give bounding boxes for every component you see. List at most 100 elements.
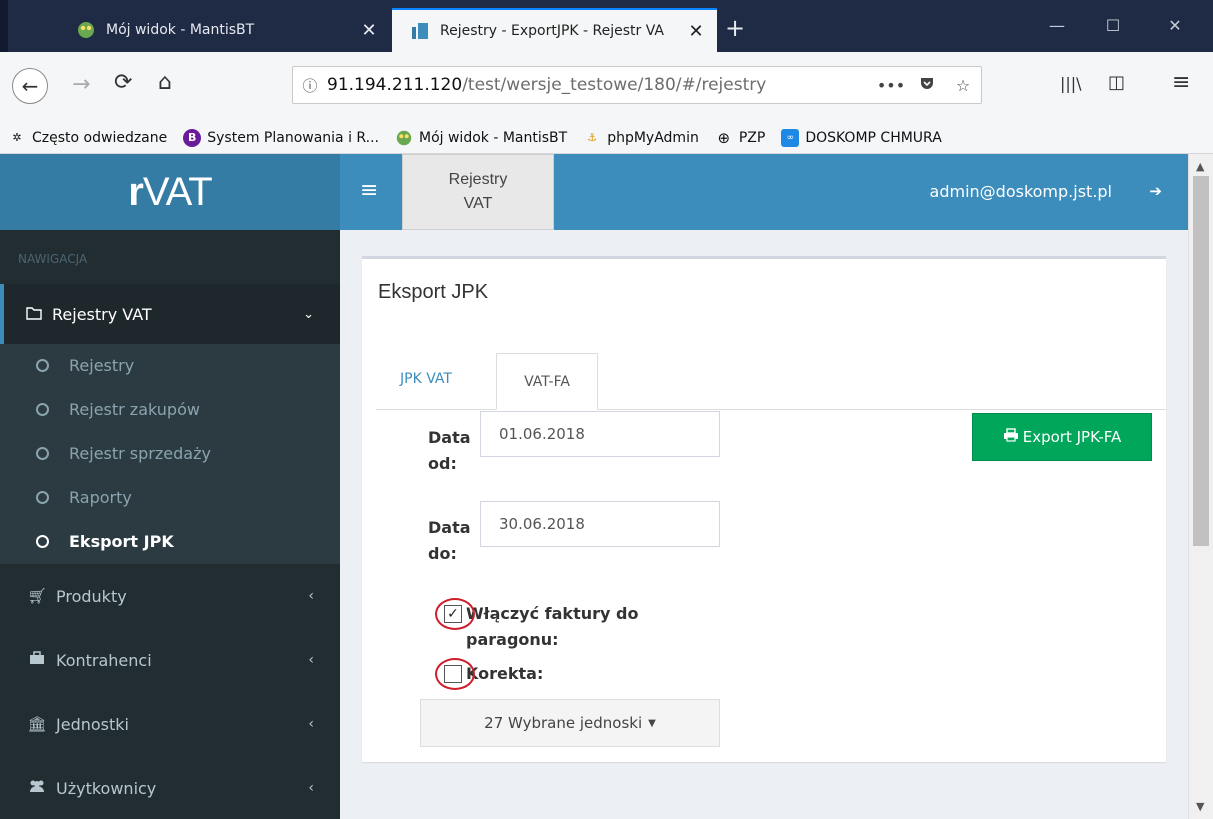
sidebar-item-rejestry-vat[interactable]: Rejestry VAT ⌄ [0, 284, 340, 344]
app-logo-area[interactable]: rVAT [0, 154, 340, 230]
subitem-label: Rejestr sprzedaży [69, 444, 211, 463]
bookmark-phpmyadmin[interactable]: ⚓ phpMyAdmin [583, 129, 699, 147]
info-icon[interactable]: ⓘ [293, 75, 327, 96]
bookmark-doskomp[interactable]: ∞ DOSKOMP CHMURA [781, 128, 942, 147]
correction-checkbox[interactable] [435, 658, 475, 690]
tab-title: Mój widok - MantisBT [106, 22, 255, 38]
include-receipts-checkbox[interactable]: ✓ [435, 598, 475, 630]
sidebar: NAWIGACJA Rejestry VAT ⌄ Rejestry Rejest… [0, 230, 340, 819]
bookmark-system[interactable]: B System Planowania i R... [183, 128, 379, 147]
bookmark-czesto[interactable]: ✲ Często odwiedzane [8, 129, 167, 147]
back-button[interactable]: ← [12, 68, 48, 104]
date-to-input[interactable]: 30.06.2018 [480, 501, 720, 547]
bank-icon: 🏛︎ [27, 715, 47, 733]
library-icon[interactable]: |||\ [1060, 74, 1082, 93]
date-to-label: Data do: [428, 518, 471, 563]
app-logo: rVAT [128, 169, 212, 214]
sidebar-item-label: Jednostki [56, 714, 129, 734]
chevron-left-icon: ‹ [308, 588, 314, 604]
cloud-icon: ∞ [781, 128, 800, 147]
close-tab-icon[interactable]: ✕ [358, 20, 380, 41]
browser-navbar: ← → ⟳ ⌂ ⓘ 91.194.211.120 /test/wersje_te… [0, 52, 1213, 122]
chevron-down-icon: ⌄ [303, 306, 314, 322]
user-email[interactable]: admin@doskomp.jst.pl [930, 182, 1112, 201]
scroll-thumb[interactable] [1193, 176, 1209, 546]
sidebar-subitem-rejestry[interactable]: Rejestry [36, 356, 134, 375]
browser-tab-rejestry[interactable]: Rejestry - ExportJPK - Rejestr VA ✕ [392, 8, 717, 52]
more-icon[interactable]: ••• [873, 76, 909, 95]
maximize-button[interactable]: ☐ [1098, 16, 1128, 35]
sidebar-subitem-eksport-jpk[interactable]: Eksport JPK [36, 532, 174, 551]
sidebar-item-uzytkownicy[interactable]: Użytkownicy ‹ [0, 758, 340, 818]
subitem-label: Rejestr zakupów [69, 400, 200, 419]
header-tab-rejestry-vat[interactable]: Rejestry VAT [402, 154, 554, 230]
hamburger-menu-icon[interactable]: ≡ [360, 178, 378, 203]
export-box: Eksport JPK JPK VAT VAT-FA Data od: 01.06… [362, 256, 1166, 762]
sidebar-item-label: Użytkownicy [56, 778, 157, 798]
sidebar-subitem-rejestr-sprzedazy[interactable]: Rejestr sprzedaży [36, 444, 211, 463]
include-receipts-label: Włączyć faktury do paragonu: [466, 604, 639, 649]
app-header: ≡ Rejestry VAT admin@doskomp.jst.pl ➔ [340, 154, 1188, 230]
home-button[interactable]: ⌂ [158, 70, 172, 95]
circle-icon [36, 403, 49, 416]
circle-icon [36, 535, 49, 548]
include-receipts-row: ✓ Włączyć faktury do paragonu: [435, 598, 639, 653]
bookmark-mantis[interactable]: Mój widok - MantisBT [395, 129, 567, 147]
close-window-button[interactable]: ✕ [1160, 16, 1190, 35]
tabs-divider [376, 409, 1166, 410]
star-icon[interactable]: ☆ [945, 76, 981, 95]
close-tab-icon[interactable]: ✕ [685, 21, 707, 42]
gear-icon: ✲ [12, 131, 22, 144]
scroll-down-icon[interactable]: ▼ [1196, 800, 1204, 813]
units-dropdown-label: 27 Wybrane jednoski [484, 714, 643, 732]
bookmark-label: DOSKOMP CHMURA [805, 129, 942, 146]
menu-icon[interactable]: ≡ [1172, 70, 1190, 95]
url-bar[interactable]: ⓘ 91.194.211.120 /test/wersje_testowe/18… [292, 66, 982, 104]
tab-vat-fa[interactable]: VAT-FA [496, 353, 598, 410]
circle-icon [36, 491, 49, 504]
sidebar-item-jednostki[interactable]: 🏛︎ Jednostki ‹ [0, 694, 340, 754]
page-scrollbar[interactable]: ▲ ▼ [1188, 154, 1213, 819]
correction-row: Korekta: [435, 658, 543, 690]
minimize-button[interactable]: — [1042, 16, 1072, 35]
logout-icon[interactable]: ➔ [1149, 182, 1162, 200]
url-path: /test/wersje_testowe/180/#/rejestry [462, 75, 767, 95]
tab-strip-edge [0, 0, 8, 52]
date-from-label: Data od: [428, 428, 471, 473]
pocket-icon[interactable] [909, 75, 945, 95]
mantis-icon [76, 20, 96, 40]
content-area: Eksport JPK JPK VAT VAT-FA Data od: 01.06… [340, 230, 1188, 819]
new-tab-button[interactable]: + [725, 16, 745, 40]
forward-button[interactable]: → [72, 72, 90, 97]
bookmark-pzp[interactable]: ⊕ PZP [715, 129, 766, 147]
sidebar-subitem-rejestr-zakupow[interactable]: Rejestr zakupów [36, 400, 200, 419]
sidebar-item-label: Kontrahenci [56, 650, 152, 670]
bookmark-label: System Planowania i R... [207, 129, 379, 146]
sidebar-subitem-raporty[interactable]: Raporty [36, 488, 132, 507]
arrow-left-icon: ← [21, 74, 39, 98]
rvat-icon [410, 21, 430, 41]
browser-tab-bar: Mój widok - MantisBT ✕ Rejestry - Export… [0, 0, 1213, 52]
chevron-left-icon: ‹ [308, 652, 314, 668]
sidebar-toggle-icon[interactable]: ◫ [1108, 72, 1125, 93]
bookmark-label: Często odwiedzane [32, 129, 168, 146]
units-dropdown[interactable]: 27 Wybrane jednoski ▼ [420, 699, 720, 747]
browser-tab-mantis[interactable]: Mój widok - MantisBT ✕ [58, 8, 390, 52]
scroll-up-icon[interactable]: ▲ [1196, 160, 1204, 173]
sidebar-item-produkty[interactable]: 🛒︎ Produkty ‹ [0, 566, 340, 626]
annotation-circle [435, 598, 475, 630]
sidebar-item-kontrahenci[interactable]: Kontrahenci ‹ [0, 630, 340, 690]
header-tab-line-2: VAT [463, 195, 493, 212]
users-icon [26, 779, 48, 797]
subitem-label: Eksport JPK [69, 532, 174, 551]
b-icon: B [183, 128, 202, 147]
tab-title: Rejestry - ExportJPK - Rejestr VA [440, 23, 664, 39]
circle-icon [36, 359, 49, 372]
chevron-left-icon: ‹ [308, 716, 314, 732]
nav-header: NAWIGACJA [18, 252, 88, 266]
reload-button[interactable]: ⟳ [114, 70, 132, 95]
export-button-label: Export JPK-FA [1022, 428, 1122, 446]
date-from-input[interactable]: 01.06.2018 [480, 411, 720, 457]
export-jpk-fa-button[interactable]: Export JPK-FA [972, 413, 1152, 461]
tab-jpk-vat[interactable]: JPK VAT [400, 371, 452, 387]
